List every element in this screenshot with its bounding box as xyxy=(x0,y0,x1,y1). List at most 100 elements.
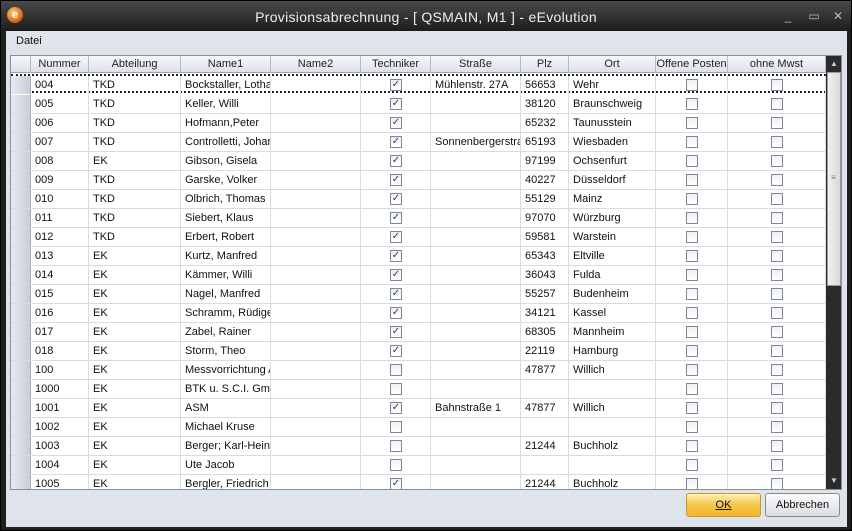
ohne-mwst-checkbox[interactable] xyxy=(771,364,783,376)
cell-nummer[interactable]: 012 xyxy=(31,228,89,246)
techniker-checkbox[interactable]: ✓ xyxy=(390,98,402,110)
row-header[interactable] xyxy=(11,190,31,208)
table-row[interactable]: 014 EK Kämmer, Willi ✓ 36043 Fulda xyxy=(11,266,826,285)
cell-strasse[interactable] xyxy=(431,266,521,284)
cell-abteilung[interactable]: EK xyxy=(89,418,181,436)
cell-name2[interactable] xyxy=(271,285,361,303)
cell-name2[interactable] xyxy=(271,152,361,170)
close-button[interactable]: ✕ xyxy=(831,10,845,22)
cell-name2[interactable] xyxy=(271,361,361,379)
cell-ort[interactable]: Düsseldorf xyxy=(569,171,656,189)
cell-name2[interactable] xyxy=(271,475,361,489)
cell-ort[interactable]: Mannheim xyxy=(569,323,656,341)
column-header-plz[interactable]: Plz xyxy=(521,56,569,73)
cell-abteilung[interactable]: EK xyxy=(89,304,181,322)
offene-posten-checkbox[interactable] xyxy=(686,136,698,148)
ohne-mwst-checkbox[interactable] xyxy=(771,307,783,319)
cell-plz[interactable]: 97199 xyxy=(521,152,569,170)
cell-strasse[interactable] xyxy=(431,114,521,132)
techniker-checkbox[interactable]: ✓ xyxy=(390,345,402,357)
cell-abteilung[interactable]: EK xyxy=(89,361,181,379)
maximize-button[interactable]: ▭ xyxy=(807,10,821,22)
table-row[interactable]: 007 TKD Controlletti, Johann ✓ Sonnenbergers… xyxy=(11,133,826,152)
cell-strasse[interactable]: Sonnenbergerstraße xyxy=(431,133,521,151)
column-header-abteilung[interactable]: Abteilung xyxy=(89,56,181,73)
ohne-mwst-checkbox[interactable] xyxy=(771,117,783,129)
cell-plz[interactable]: 68305 xyxy=(521,323,569,341)
cell-plz[interactable]: 34121 xyxy=(521,304,569,322)
cell-name1[interactable]: Garske, Volker xyxy=(181,171,271,189)
cell-abteilung[interactable]: EK xyxy=(89,456,181,474)
row-header[interactable] xyxy=(11,114,31,132)
techniker-checkbox[interactable]: ✓ xyxy=(390,307,402,319)
row-header[interactable] xyxy=(11,304,31,322)
cell-plz[interactable]: 21244 xyxy=(521,437,569,455)
cell-plz[interactable]: 55257 xyxy=(521,285,569,303)
cell-abteilung[interactable]: EK xyxy=(89,323,181,341)
ohne-mwst-checkbox[interactable] xyxy=(771,250,783,262)
row-header[interactable] xyxy=(11,228,31,246)
cell-strasse[interactable] xyxy=(431,456,521,474)
cell-ort[interactable]: Kassel xyxy=(569,304,656,322)
offene-posten-checkbox[interactable] xyxy=(686,440,698,452)
cell-nummer[interactable]: 1000 xyxy=(31,380,89,398)
table-row[interactable]: 1003 EK Berger; Karl-Heinz 21244 Buchholz xyxy=(11,437,826,456)
cell-name2[interactable] xyxy=(271,76,361,94)
cell-nummer[interactable]: 018 xyxy=(31,342,89,360)
cell-nummer[interactable]: 016 xyxy=(31,304,89,322)
offene-posten-checkbox[interactable] xyxy=(686,364,698,376)
ohne-mwst-checkbox[interactable] xyxy=(771,79,783,91)
cell-name1[interactable]: Controlletti, Johann xyxy=(181,133,271,151)
cell-plz[interactable] xyxy=(521,380,569,398)
techniker-checkbox[interactable] xyxy=(390,383,402,395)
techniker-checkbox[interactable]: ✓ xyxy=(390,136,402,148)
cell-name1[interactable]: Olbrich, Thomas xyxy=(181,190,271,208)
cell-abteilung[interactable]: TKD xyxy=(89,76,181,94)
column-header-name2[interactable]: Name2 xyxy=(271,56,361,73)
techniker-checkbox[interactable]: ✓ xyxy=(390,250,402,262)
cell-plz[interactable]: 47877 xyxy=(521,361,569,379)
cell-plz[interactable]: 65193 xyxy=(521,133,569,151)
row-header[interactable] xyxy=(11,285,31,303)
offene-posten-checkbox[interactable] xyxy=(686,307,698,319)
cell-plz[interactable]: 21244 xyxy=(521,475,569,489)
offene-posten-checkbox[interactable] xyxy=(686,193,698,205)
table-row[interactable]: 015 EK Nagel, Manfred ✓ 55257 Budenheim xyxy=(11,285,826,304)
table-row[interactable]: 011 TKD Siebert, Klaus ✓ 97070 Würzburg xyxy=(11,209,826,228)
techniker-checkbox[interactable]: ✓ xyxy=(390,402,402,414)
cell-name2[interactable] xyxy=(271,437,361,455)
techniker-checkbox[interactable]: ✓ xyxy=(390,288,402,300)
cell-name1[interactable]: Kurtz, Manfred xyxy=(181,247,271,265)
cell-strasse[interactable] xyxy=(431,304,521,322)
cell-ort[interactable]: Ochsenfurt xyxy=(569,152,656,170)
cell-name1[interactable]: Gibson, Gisela xyxy=(181,152,271,170)
row-header[interactable] xyxy=(11,456,31,474)
techniker-checkbox[interactable]: ✓ xyxy=(390,155,402,167)
cell-abteilung[interactable]: EK xyxy=(89,437,181,455)
row-header[interactable] xyxy=(11,323,31,341)
cell-name2[interactable] xyxy=(271,399,361,417)
cell-name2[interactable] xyxy=(271,228,361,246)
offene-posten-checkbox[interactable] xyxy=(686,231,698,243)
cell-nummer[interactable]: 013 xyxy=(31,247,89,265)
table-row[interactable]: 1004 EK Ute Jacob xyxy=(11,456,826,475)
offene-posten-checkbox[interactable] xyxy=(686,478,698,489)
ohne-mwst-checkbox[interactable] xyxy=(771,288,783,300)
cell-strasse[interactable] xyxy=(431,171,521,189)
cell-name1[interactable]: ASM xyxy=(181,399,271,417)
table-row[interactable]: 012 TKD Erbert, Robert ✓ 59581 Warstein xyxy=(11,228,826,247)
cell-strasse[interactable] xyxy=(431,475,521,489)
cell-name1[interactable]: Kämmer, Willi xyxy=(181,266,271,284)
ohne-mwst-checkbox[interactable] xyxy=(771,136,783,148)
cell-name2[interactable] xyxy=(271,95,361,113)
table-row[interactable]: 008 EK Gibson, Gisela ✓ 97199 Ochsenfurt xyxy=(11,152,826,171)
cell-name2[interactable] xyxy=(271,342,361,360)
column-header-ort[interactable]: Ort xyxy=(569,56,656,73)
cell-ort[interactable]: Eltville xyxy=(569,247,656,265)
offene-posten-checkbox[interactable] xyxy=(686,383,698,395)
cell-name1[interactable]: Michael Kruse xyxy=(181,418,271,436)
cell-strasse[interactable]: Bahnstraße 1 xyxy=(431,399,521,417)
scroll-thumb[interactable]: ≡ xyxy=(827,72,841,286)
offene-posten-checkbox[interactable] xyxy=(686,345,698,357)
offene-posten-checkbox[interactable] xyxy=(686,288,698,300)
